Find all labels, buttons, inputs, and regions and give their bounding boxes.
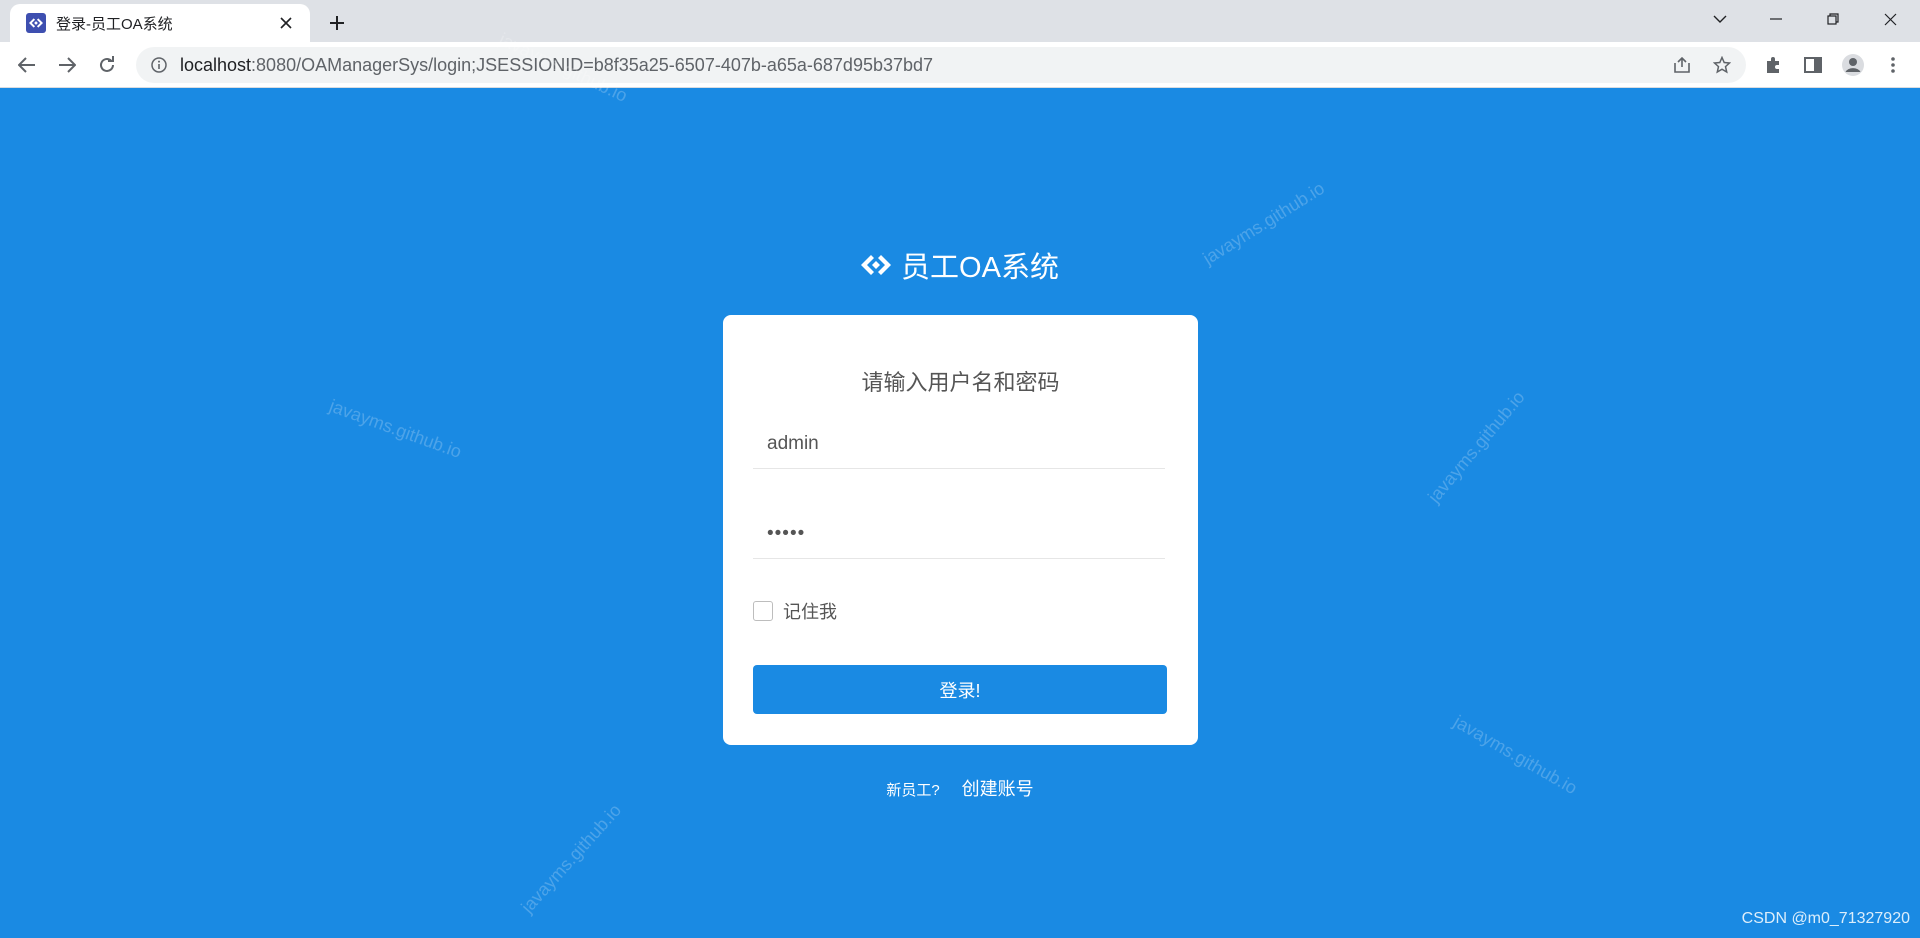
oa-logo-icon <box>26 13 46 33</box>
info-icon[interactable] <box>150 56 168 74</box>
puzzle-icon[interactable] <box>1757 49 1789 81</box>
watermark: javayms.github.io <box>517 800 626 917</box>
reload-icon[interactable] <box>91 49 123 81</box>
username-input[interactable] <box>753 419 1165 469</box>
remember-me[interactable]: 记住我 <box>753 598 837 624</box>
star-icon[interactable] <box>1706 47 1738 83</box>
watermark: javayms.github.io <box>326 395 465 462</box>
restore-icon[interactable] <box>1809 0 1857 38</box>
login-title: 请输入用户名和密码 <box>861 370 1060 395</box>
arrow-right-icon[interactable] <box>51 49 83 81</box>
footer-credit: CSDN @m0_71327920 <box>1741 910 1910 927</box>
password-input[interactable] <box>753 509 1165 559</box>
profile-icon[interactable] <box>1837 49 1869 81</box>
window-close-icon[interactable] <box>1866 0 1914 38</box>
signup-row: 新员工? 创建账号 <box>0 775 1920 801</box>
minimize-icon[interactable] <box>1752 0 1800 38</box>
brand-name: 员工OA系统 <box>901 252 1059 284</box>
watermark: javayms.github.io <box>1423 387 1529 507</box>
address-bar[interactable]: localhost:8080/OAManagerSys/login;JSESSI… <box>136 47 1746 83</box>
login-button[interactable]: 登录! <box>753 665 1167 714</box>
browser-tabstrip: 登录-员工OA系统 <box>0 0 1920 42</box>
login-card: 请输入用户名和密码 记住我 登录! <box>723 315 1198 745</box>
oa-logo-icon <box>861 255 892 275</box>
side-panel-icon[interactable] <box>1797 49 1829 81</box>
share-icon[interactable] <box>1666 47 1698 83</box>
url-host: localhost <box>180 54 252 75</box>
signup-question: 新员工? <box>886 782 940 799</box>
kebab-menu-icon[interactable] <box>1877 49 1909 81</box>
browser-toolbar: localhost:8080/OAManagerSys/login;JSESSI… <box>0 42 1920 88</box>
plus-icon[interactable] <box>322 8 352 38</box>
remember-label: 记住我 <box>783 602 837 622</box>
remember-checkbox[interactable] <box>753 601 773 621</box>
brand-header: 员工OA系统 <box>0 244 1920 286</box>
tab-title: 登录-员工OA系统 <box>56 15 173 33</box>
chevron-down-icon[interactable] <box>1696 0 1744 38</box>
arrow-left-icon[interactable] <box>11 49 43 81</box>
close-icon[interactable] <box>276 13 296 33</box>
browser-tab-active[interactable]: 登录-员工OA系统 <box>10 4 310 42</box>
create-account-link[interactable]: 创建账号 <box>962 775 1034 801</box>
